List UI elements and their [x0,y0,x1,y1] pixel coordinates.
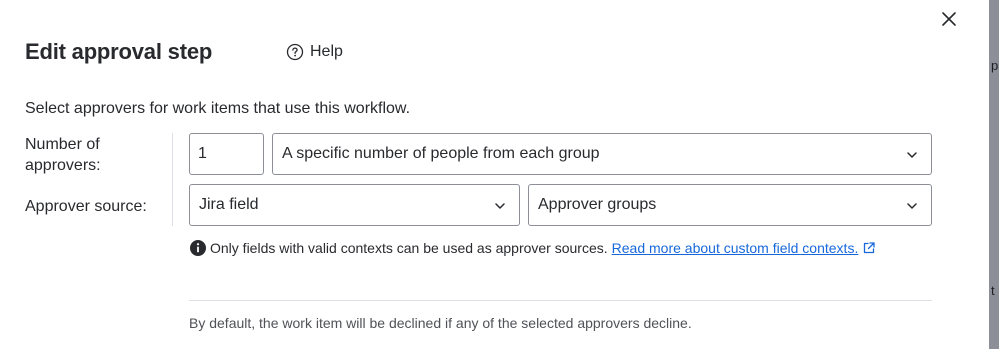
approver-count-input[interactable]: 1 [189,133,264,175]
edit-approval-dialog: Edit approval step Help Select approvers… [0,0,989,349]
chevron-down-icon [491,197,509,215]
number-of-approvers-label: Number of approvers: [25,136,101,174]
background-text: p [991,58,999,73]
decline-policy-note: By default, the work item will be declin… [189,315,692,331]
background-text: t [991,283,995,298]
backdrop-overlay: p t [989,0,999,349]
close-icon [936,6,962,32]
approver-source-value: Jira field [199,196,259,213]
chevron-down-icon [903,197,921,215]
approver-count-value: 1 [198,145,207,162]
dialog-intro: Select approvers for work items that use… [25,100,411,117]
section-divider [189,300,932,301]
info-message: Only fields with valid contexts can be u… [189,239,876,257]
dialog-title: Edit approval step [25,39,213,64]
chevron-down-icon [903,146,921,164]
approver-field-value: Approver groups [538,196,657,213]
approval-mode-value: A specific number of people from each gr… [282,145,600,162]
question-circle-icon [286,43,304,61]
custom-field-contexts-link[interactable]: Read more about custom field contexts. [612,240,859,256]
approval-mode-select[interactable]: A specific number of people from each gr… [272,133,932,175]
help-label: Help [310,43,343,60]
close-button[interactable] [936,6,962,32]
external-link-icon[interactable] [862,241,876,255]
help-button[interactable]: Help [286,43,343,61]
info-icon [189,239,207,257]
info-text: Only fields with valid contexts can be u… [210,240,608,256]
approver-source-label: Approver source: [25,198,147,215]
label-divider [172,133,173,226]
approver-field-select[interactable]: Approver groups [528,184,932,226]
approver-source-select[interactable]: Jira field [189,184,520,226]
